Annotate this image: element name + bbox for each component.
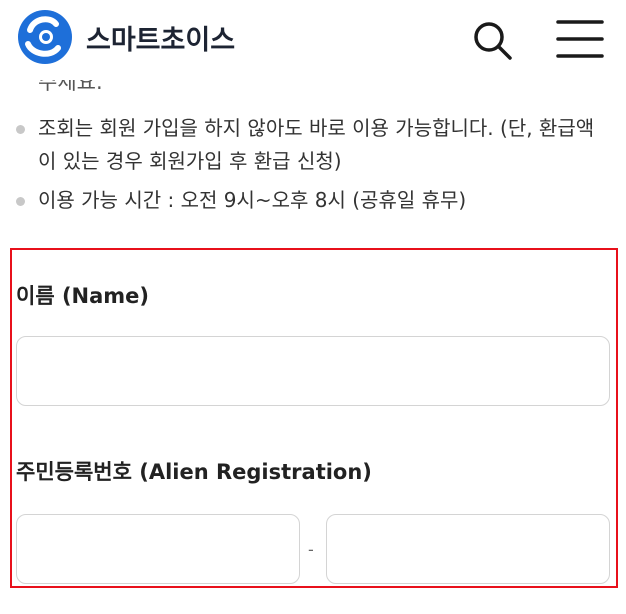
name-label: 이름 (Name) — [16, 284, 150, 308]
notice-item: 이용 가능 시간 : 오전 9시~오후 8시 (공휴일 휴무) — [16, 184, 606, 217]
registration-separator: - — [308, 540, 314, 559]
app-header: 스마트초이스 — [0, 0, 626, 80]
logo-text: 스마트초이스 — [86, 24, 236, 56]
logo[interactable]: 스마트초이스 — [16, 8, 235, 66]
menu-button[interactable] — [552, 14, 608, 64]
smartchoice-logo-icon — [18, 10, 72, 64]
notice-list: 조회는 회원 가입을 하지 않아도 바로 이용 가능합니다. (단, 환급액이 … — [16, 112, 606, 223]
notice-item: 조회는 회원 가입을 하지 않아도 바로 이용 가능합니다. (단, 환급액이 … — [16, 112, 606, 178]
partial-text: 주세요. — [38, 80, 103, 94]
bullet-icon — [16, 125, 25, 134]
lookup-form: 이름 (Name) 주민등록번호 (Alien Registration) - — [10, 248, 618, 588]
hamburger-menu-icon — [556, 20, 604, 58]
partial-text-line: 주세요. — [38, 80, 338, 102]
bullet-icon — [16, 197, 25, 206]
search-button[interactable] — [468, 16, 516, 64]
registration-front-input[interactable] — [16, 514, 300, 584]
alien-registration-label: 주민등록번호 (Alien Registration) — [16, 460, 372, 484]
registration-back-input[interactable] — [326, 514, 610, 584]
name-input[interactable] — [16, 336, 610, 406]
notice-text: 이용 가능 시간 : 오전 9시~오후 8시 (공휴일 휴무) — [38, 188, 467, 212]
search-icon — [474, 22, 512, 60]
notice-text: 조회는 회원 가입을 하지 않아도 바로 이용 가능합니다. (단, 환급액이 … — [38, 116, 595, 173]
